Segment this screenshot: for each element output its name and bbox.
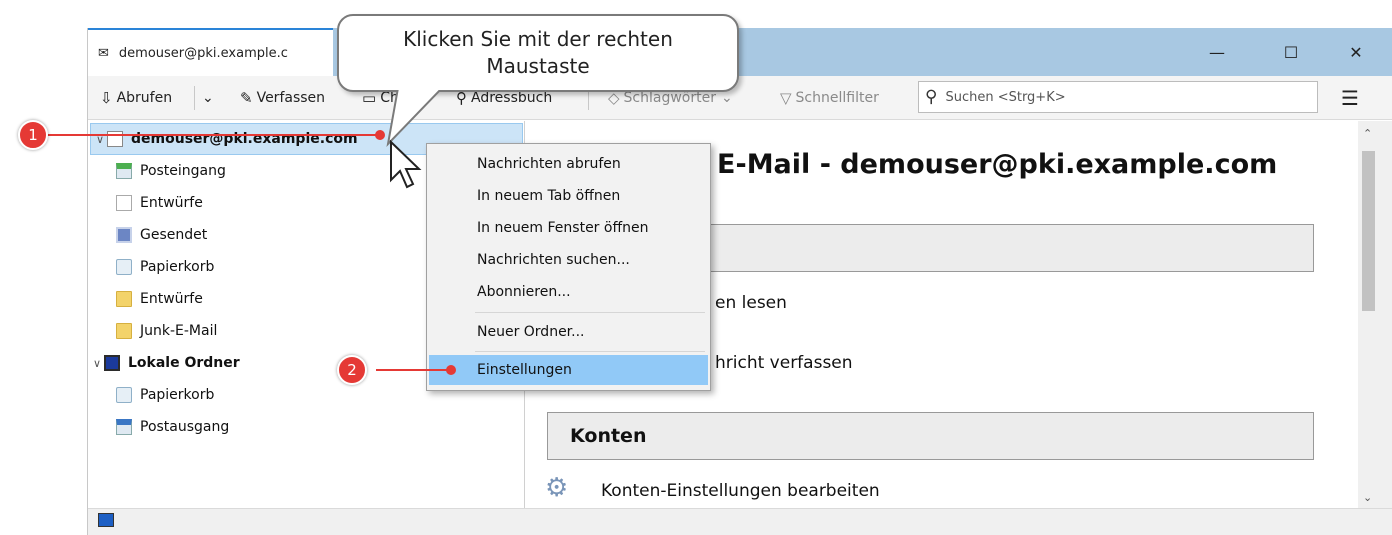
- annotation-line-2: [376, 369, 452, 371]
- menu-item-search-messages[interactable]: Nachrichten suchen...: [429, 245, 708, 275]
- title-bar: ✉ demouser@pki.example.c — ☐ ✕: [88, 28, 1392, 76]
- section-box-accounts: Konten: [547, 412, 1314, 460]
- trash-icon: [116, 387, 132, 403]
- read-messages-link[interactable]: en lesen: [715, 293, 787, 313]
- search-placeholder: Suchen <Strg+K>: [945, 89, 1066, 105]
- folder-inbox[interactable]: Posteingang: [116, 155, 226, 187]
- folder-drafts[interactable]: Entwürfe: [116, 187, 203, 219]
- folder-junk[interactable]: Junk-E-Mail: [116, 315, 217, 347]
- step-badge-1: 1: [18, 120, 48, 150]
- page-title: rd E-Mail - demouser@pki.example.com: [675, 149, 1278, 180]
- context-menu: Nachrichten abrufen In neuem Tab öffnen …: [426, 143, 711, 391]
- download-icon: ⇩: [100, 89, 113, 107]
- menu-item-open-new-tab[interactable]: In neuem Tab öffnen: [429, 181, 708, 211]
- menu-item-new-folder[interactable]: Neuer Ordner...: [429, 317, 708, 347]
- scroll-up-icon[interactable]: ⌃: [1363, 127, 1372, 140]
- online-status-icon[interactable]: [98, 513, 114, 527]
- write-message-link[interactable]: hricht verfassen: [715, 353, 853, 373]
- account-settings-link[interactable]: Konten-Einstellungen bearbeiten: [601, 481, 880, 501]
- callout-pointer: [386, 88, 444, 148]
- toolbar-separator: [194, 86, 195, 110]
- folder-label: Junk-E-Mail: [140, 323, 218, 339]
- quick-filter-label: Schnellfilter: [795, 90, 879, 106]
- folder-sent[interactable]: Gesendet: [116, 219, 207, 251]
- compose-label: Verfassen: [256, 90, 326, 106]
- thunderbird-window: ✉ demouser@pki.example.c — ☐ ✕ ⇩ Abrufen…: [87, 28, 1392, 535]
- get-mail-dropdown[interactable]: ⌄: [202, 76, 214, 120]
- filter-icon: ▽: [780, 89, 792, 107]
- local-folders-row[interactable]: ∨ Lokale Ordner: [88, 347, 240, 379]
- envelope-icon: ✉: [98, 45, 109, 61]
- local-folders-icon: [104, 355, 120, 371]
- accounts-title: Konten: [570, 425, 647, 447]
- main-toolbar: ⇩ Abrufen ⌄ ✎ Verfassen ▭ Chat ⚲ Adressb…: [88, 76, 1392, 120]
- local-folder-trash[interactable]: Papierkorb: [116, 379, 214, 411]
- callout-line-2: Maustaste: [486, 54, 590, 78]
- folder-drafts-2[interactable]: Entwürfe: [116, 283, 203, 315]
- scroll-thumb[interactable]: [1362, 151, 1375, 311]
- folder-label: Postausgang: [140, 419, 230, 435]
- chevron-down-icon: ⌄: [721, 90, 733, 106]
- mouse-cursor-icon: [390, 140, 422, 189]
- menu-item-subscribe[interactable]: Abonnieren...: [429, 277, 708, 307]
- annotation-dot-1: [375, 130, 385, 140]
- account-tab[interactable]: ✉ demouser@pki.example.c: [88, 28, 333, 76]
- menu-icon[interactable]: ☰: [1341, 86, 1359, 110]
- folder-label: Posteingang: [140, 163, 226, 179]
- annotation-dot-2: [446, 365, 456, 375]
- instruction-callout: Klicken Sie mit der rechten Maustaste: [337, 14, 739, 92]
- maximize-button[interactable]: ☐: [1263, 28, 1319, 76]
- chevron-down-icon: ∨: [92, 356, 102, 370]
- get-mail-label: Abrufen: [116, 90, 173, 106]
- scroll-down-icon[interactable]: ⌄: [1363, 491, 1372, 504]
- quick-filter-button[interactable]: ▽ Schnellfilter: [780, 76, 879, 120]
- local-folders-label: Lokale Ordner: [128, 355, 240, 371]
- menu-item-settings[interactable]: Einstellungen: [429, 355, 708, 385]
- minimize-button[interactable]: —: [1189, 28, 1245, 76]
- search-input[interactable]: ⚲ Suchen <Strg+K>: [918, 81, 1318, 113]
- trash-icon: [116, 259, 132, 275]
- annotation-line-1: [44, 134, 380, 136]
- get-mail-button[interactable]: ⇩ Abrufen: [100, 76, 172, 120]
- drafts-icon: [116, 195, 132, 211]
- tags-label: Schlagwörter: [623, 90, 716, 106]
- callout-line-1: Klicken Sie mit der rechten: [403, 27, 673, 51]
- local-folder-outbox[interactable]: Postausgang: [116, 411, 229, 443]
- status-bar: [88, 508, 1392, 535]
- menu-separator: [475, 312, 705, 313]
- address-book-label: Adressbuch: [471, 90, 553, 106]
- folder-icon: [116, 323, 132, 339]
- folder-label: Papierkorb: [140, 259, 215, 275]
- pencil-icon: ✎: [240, 89, 253, 107]
- close-button[interactable]: ✕: [1328, 28, 1384, 76]
- folder-label: Papierkorb: [140, 387, 215, 403]
- inbox-icon: [116, 163, 132, 179]
- tab-title: demouser@pki.example.c: [118, 45, 288, 61]
- folder-trash[interactable]: Papierkorb: [116, 251, 214, 283]
- gear-icon: ⚙: [545, 473, 569, 503]
- chevron-down-icon: ⌄: [202, 90, 214, 106]
- search-icon: ⚲: [925, 87, 938, 107]
- folder-label: Gesendet: [140, 227, 208, 243]
- menu-separator: [475, 351, 705, 352]
- step-badge-2: 2: [337, 355, 367, 385]
- vertical-scrollbar[interactable]: ⌃ ⌄: [1358, 121, 1392, 508]
- menu-item-get-messages[interactable]: Nachrichten abrufen: [429, 149, 708, 179]
- menu-item-open-new-window[interactable]: In neuem Fenster öffnen: [429, 213, 708, 243]
- outbox-icon: [116, 419, 132, 435]
- compose-button[interactable]: ✎ Verfassen: [240, 76, 325, 120]
- sent-icon: [116, 227, 132, 243]
- folder-label: Entwürfe: [140, 291, 203, 307]
- folder-label: Entwürfe: [140, 195, 203, 211]
- folder-icon: [116, 291, 132, 307]
